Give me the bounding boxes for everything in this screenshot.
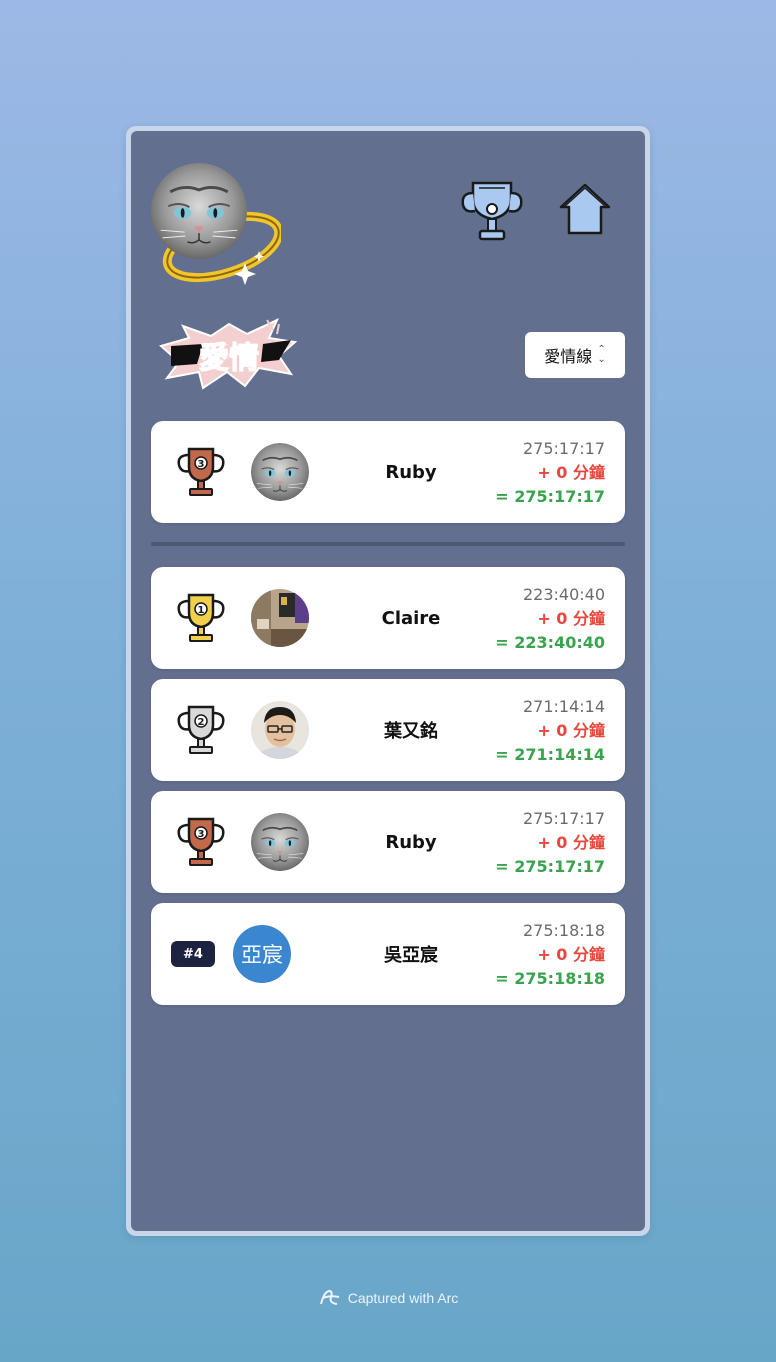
total-value: = 275:17:17	[495, 487, 605, 506]
total-value: = 275:18:18	[495, 969, 605, 988]
svg-text:3: 3	[198, 829, 205, 840]
capture-footer: Captured with Arc	[0, 1286, 776, 1310]
player-name: Claire	[381, 607, 441, 629]
total-value: = 223:40:40	[495, 633, 605, 652]
total-value: = 271:14:14	[495, 745, 605, 764]
home-icon	[559, 183, 611, 235]
arc-logo-icon	[319, 1289, 339, 1305]
bronze-trophy-3-icon: 3	[173, 443, 229, 499]
player-name: 葉又銘	[384, 721, 438, 742]
leaderboard-row[interactable]: #4 亞宸 吳亞宸 275:18:18 + 0 分鐘 = 275:18:18	[151, 903, 625, 1005]
gold-trophy-1-icon: 1	[173, 589, 229, 645]
app-window: 愛情 愛情線 ⌃ ⌄ 3 Ruby 275:17:17 + 0 分鐘 = 275:…	[126, 126, 650, 1236]
category-select[interactable]: 愛情線 ⌃ ⌄	[525, 332, 625, 378]
silver-trophy-2-icon: 2	[173, 701, 229, 757]
cat-avatar-with-halo-icon[interactable]	[151, 159, 284, 289]
trophy-button[interactable]	[459, 179, 525, 245]
leaderboard-row[interactable]: 1 Claire 223:40:40 + 0 分鐘 = 223:40:40	[151, 567, 625, 669]
bonus-value: + 0 分鐘	[537, 721, 605, 740]
divider	[151, 542, 625, 546]
my-rank-card[interactable]: 3 Ruby 275:17:17 + 0 分鐘 = 275:17:17	[151, 421, 625, 523]
player-name: Ruby	[385, 461, 437, 483]
trophy-icon	[461, 181, 523, 241]
svg-text:2: 2	[198, 717, 205, 728]
avatar: 亞宸	[233, 925, 291, 983]
time-summary: 223:40:40 + 0 分鐘 = 223:40:40	[495, 583, 605, 655]
home-button[interactable]	[555, 179, 615, 239]
updown-chevron-icon: ⌃ ⌄	[597, 344, 606, 365]
time-summary: 275:17:17 + 0 分鐘 = 275:17:17	[495, 807, 605, 879]
player-name: Ruby	[385, 831, 437, 853]
category-select-value: 愛情線	[544, 347, 593, 366]
avatar	[251, 701, 309, 759]
player-name: 吳亞宸	[384, 945, 438, 966]
total-value: = 275:17:17	[495, 857, 605, 876]
time-value: 271:14:14	[522, 697, 605, 716]
rank-badge: #4	[171, 941, 215, 967]
time-summary: 271:14:14 + 0 分鐘 = 271:14:14	[495, 695, 605, 767]
time-value: 275:17:17	[522, 809, 605, 828]
bonus-value: + 0 分鐘	[537, 833, 605, 852]
time-value: 275:17:17	[522, 439, 605, 458]
avatar	[251, 443, 309, 501]
svg-text:3: 3	[198, 459, 205, 470]
time-value: 275:18:18	[522, 921, 605, 940]
time-value: 223:40:40	[522, 585, 605, 604]
footer-text: Captured with Arc	[347, 1290, 459, 1306]
svg-text:1: 1	[198, 605, 205, 616]
bonus-value: + 0 分鐘	[537, 609, 605, 628]
bonus-value: + 0 分鐘	[537, 463, 605, 482]
time-summary: 275:17:17 + 0 分鐘 = 275:17:17	[495, 437, 605, 509]
app-screen: 愛情 愛情線 ⌃ ⌄ 3 Ruby 275:17:17 + 0 分鐘 = 275:…	[131, 131, 645, 1231]
leaderboard-row[interactable]: 3 Ruby 275:17:17 + 0 分鐘 = 275:17:17	[151, 791, 625, 893]
avatar	[251, 589, 309, 647]
bronze-trophy-3-icon: 3	[173, 813, 229, 869]
love-line-title-graphic-icon: 愛情	[158, 316, 299, 396]
svg-text:愛情: 愛情	[199, 341, 259, 376]
avatar	[251, 813, 309, 871]
time-summary: 275:18:18 + 0 分鐘 = 275:18:18	[495, 919, 605, 991]
bonus-value: + 0 分鐘	[537, 945, 605, 964]
leaderboard-row[interactable]: 2 葉又銘 271:14:14 + 0 分鐘 = 271:14:14	[151, 679, 625, 781]
